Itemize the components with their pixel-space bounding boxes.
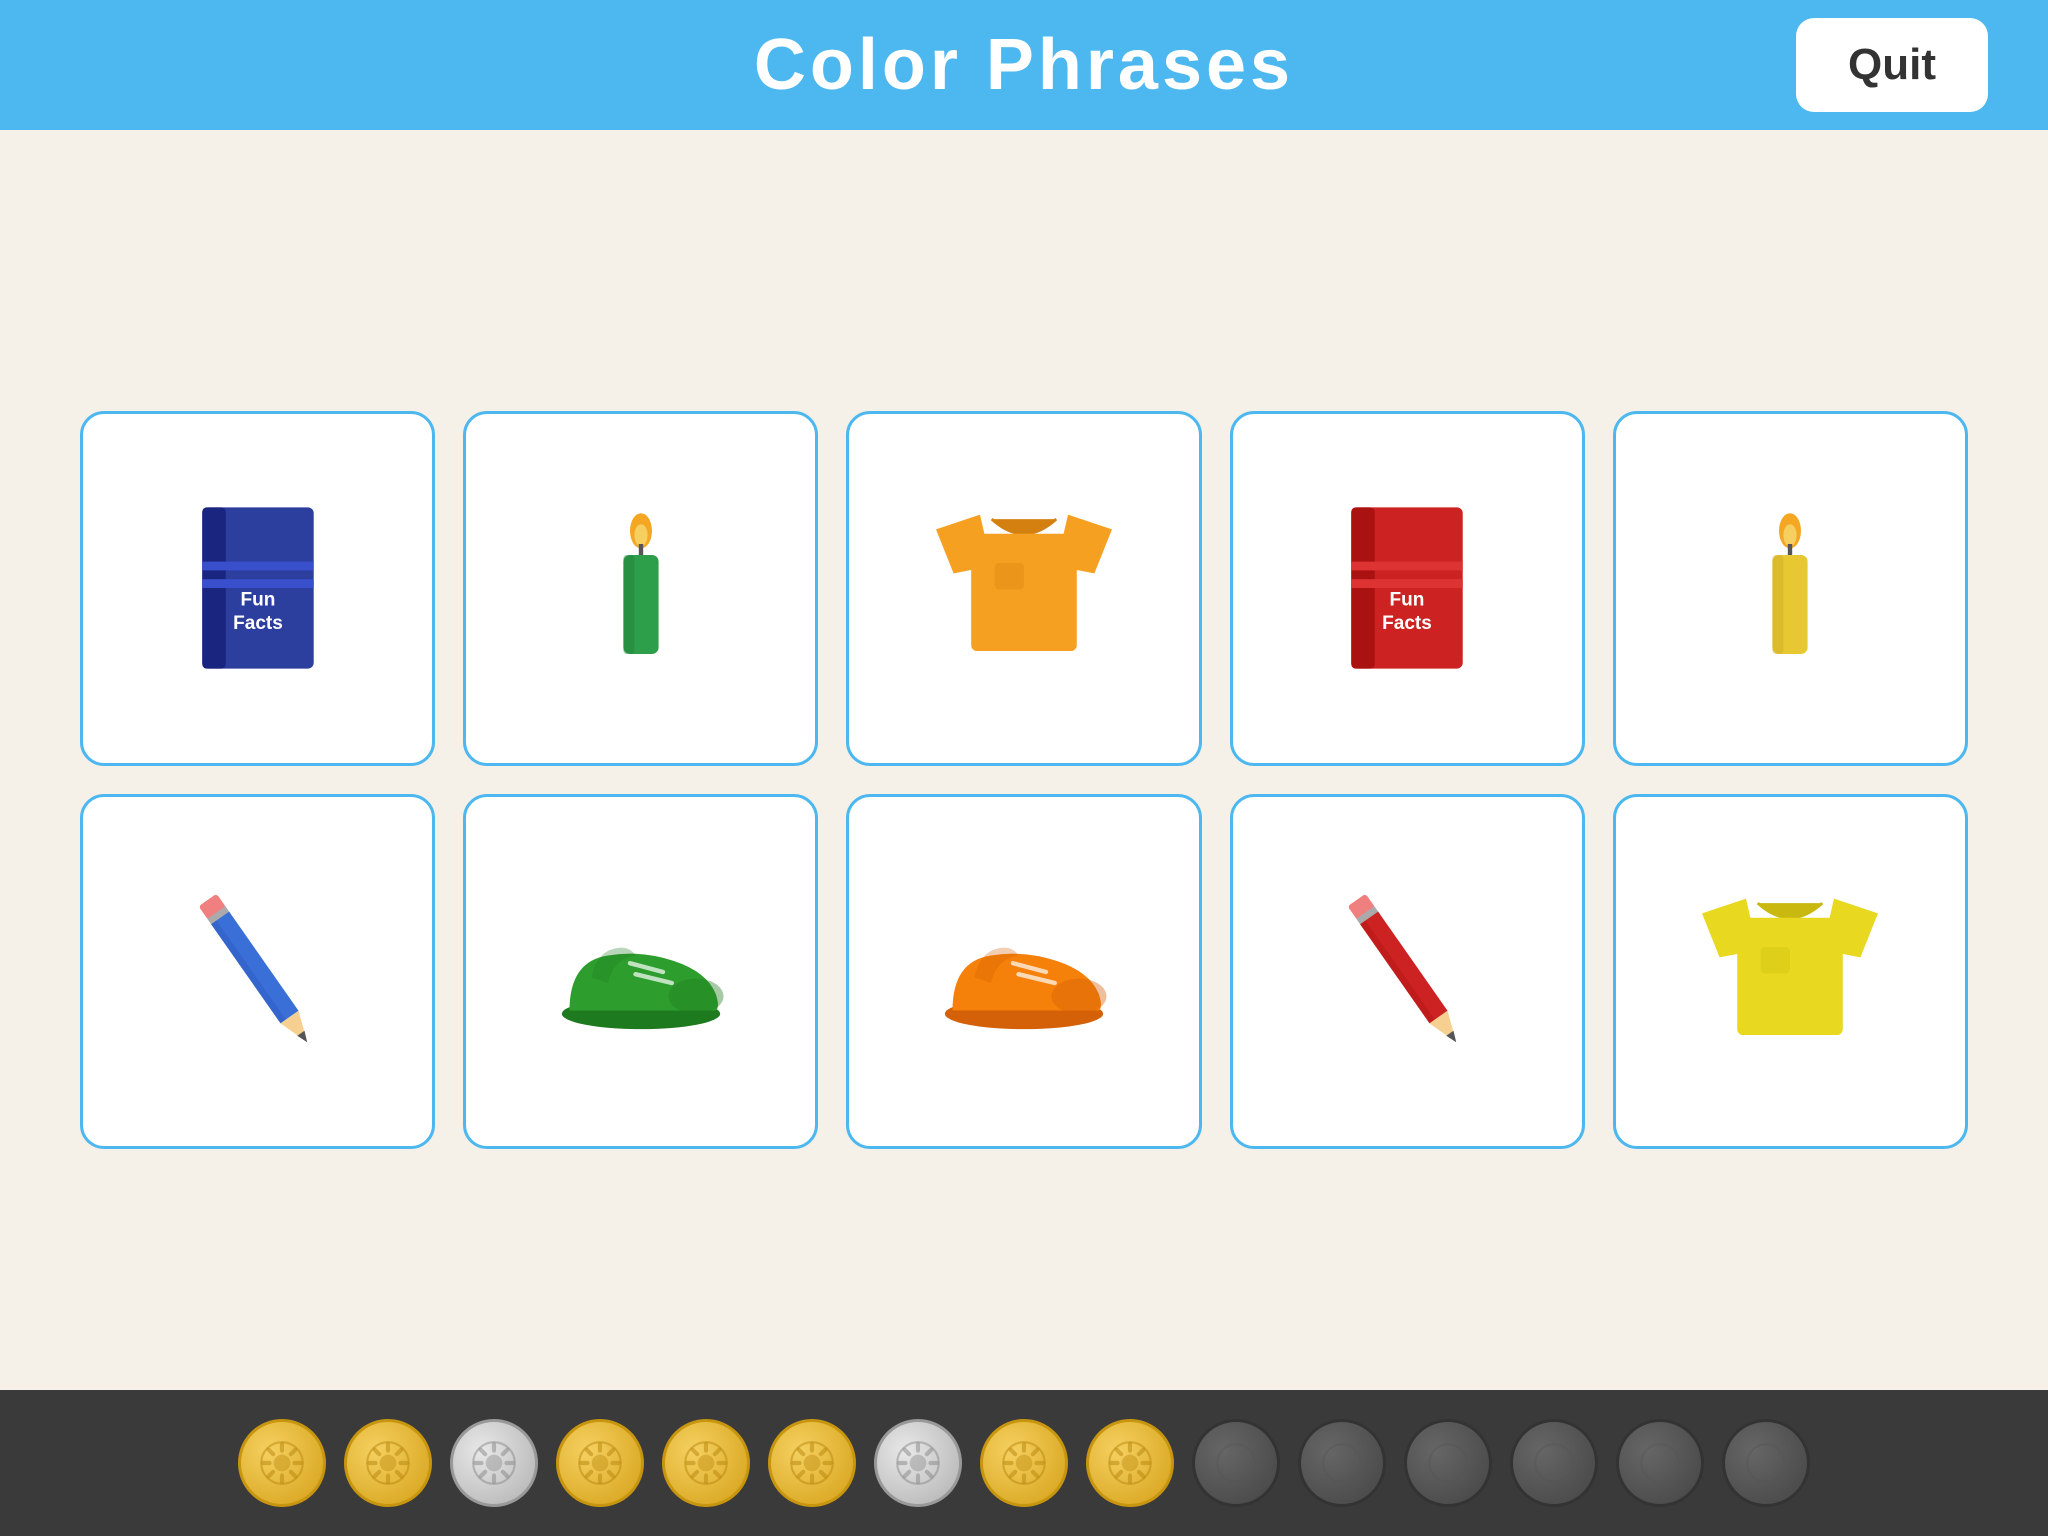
card-yellow-shirt[interactable] [1613, 794, 1968, 1149]
svg-text:Facts: Facts [1382, 613, 1432, 634]
red-book-icon: Fun Facts [1285, 466, 1529, 710]
bottom-bar [0, 1390, 2048, 1536]
coin-2 [344, 1419, 432, 1507]
coin-4 [556, 1419, 644, 1507]
red-pencil-icon [1285, 849, 1529, 1093]
card-blue-book[interactable]: Fun Facts [80, 411, 435, 766]
svg-text:Fun: Fun [240, 590, 275, 611]
coin-14 [1616, 1419, 1704, 1507]
card-green-shoe[interactable] [463, 794, 818, 1149]
page-title: Color Phrases [754, 24, 1294, 106]
svg-text:Facts: Facts [233, 613, 283, 634]
coin-5 [662, 1419, 750, 1507]
coin-11 [1298, 1419, 1386, 1507]
coin-12 [1404, 1419, 1492, 1507]
coin-9 [1086, 1419, 1174, 1507]
main-content: Fun Facts Fun Facts [0, 130, 2048, 1390]
coin-8 [980, 1419, 1068, 1507]
green-candle-icon [519, 466, 763, 710]
card-orange-shirt[interactable] [846, 411, 1201, 766]
blue-book-icon: Fun Facts [135, 466, 379, 710]
card-green-candle[interactable] [463, 411, 818, 766]
coin-6 [768, 1419, 856, 1507]
orange-shirt-icon [902, 466, 1146, 710]
coin-3 [450, 1419, 538, 1507]
coin-gear-icon [1523, 1432, 1585, 1494]
coin-gear-icon [993, 1432, 1055, 1494]
coin-gear-icon [781, 1432, 843, 1494]
card-red-pencil[interactable] [1230, 794, 1585, 1149]
coin-gear-icon [463, 1432, 525, 1494]
coin-gear-icon [887, 1432, 949, 1494]
card-red-book[interactable]: Fun Facts [1230, 411, 1585, 766]
coin-gear-icon [1629, 1432, 1691, 1494]
card-grid: Fun Facts Fun Facts [80, 411, 1968, 1149]
coin-gear-icon [569, 1432, 631, 1494]
coin-gear-icon [1417, 1432, 1479, 1494]
coin-13 [1510, 1419, 1598, 1507]
card-orange-shoe[interactable] [846, 794, 1201, 1149]
coin-gear-icon [1205, 1432, 1267, 1494]
coin-gear-icon [1311, 1432, 1373, 1494]
coin-1 [238, 1419, 326, 1507]
coin-gear-icon [357, 1432, 419, 1494]
blue-pencil-icon [135, 849, 379, 1093]
coin-gear-icon [251, 1432, 313, 1494]
card-blue-pencil[interactable] [80, 794, 435, 1149]
svg-text:Fun: Fun [1390, 590, 1425, 611]
coin-gear-icon [1735, 1432, 1797, 1494]
card-yellow-candle[interactable] [1613, 411, 1968, 766]
yellow-candle-icon [1668, 466, 1912, 710]
coin-gear-icon [675, 1432, 737, 1494]
green-shoe-icon [519, 849, 763, 1093]
coin-7 [874, 1419, 962, 1507]
coin-gear-icon [1099, 1432, 1161, 1494]
coin-15 [1722, 1419, 1810, 1507]
quit-button[interactable]: Quit [1796, 18, 1988, 112]
orange-shoe-icon [902, 849, 1146, 1093]
coin-10 [1192, 1419, 1280, 1507]
yellow-shirt-icon [1668, 849, 1912, 1093]
header: Color Phrases Quit [0, 0, 2048, 130]
